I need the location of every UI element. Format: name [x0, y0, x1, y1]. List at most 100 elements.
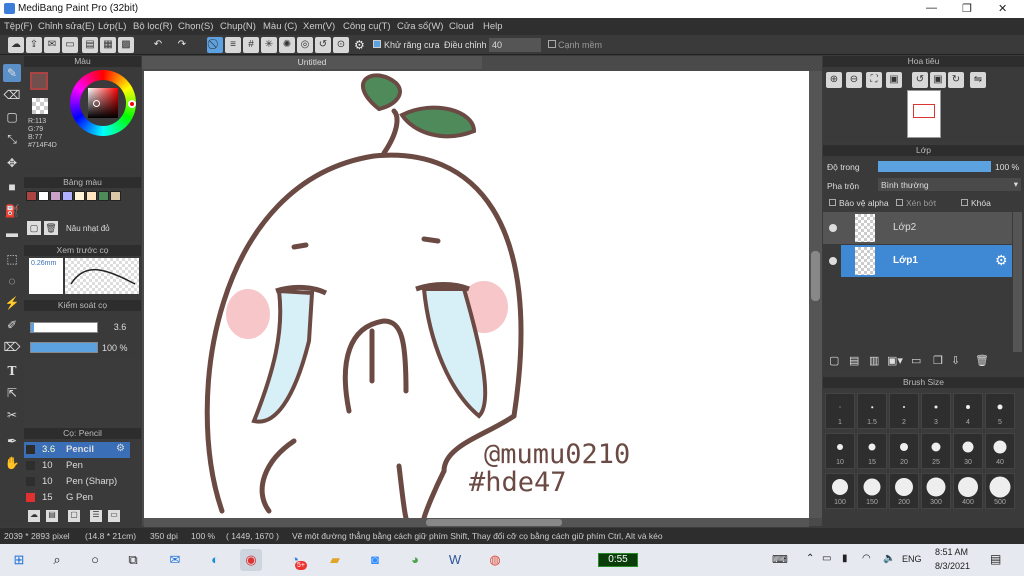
- new-layer-icon[interactable]: ▢: [829, 354, 839, 367]
- brush-size-cell[interactable]: 1: [825, 393, 855, 429]
- palette-swatch[interactable]: [50, 191, 61, 201]
- grid-icon[interactable]: ▩: [118, 37, 134, 53]
- fit-icon[interactable]: ⛶: [866, 72, 882, 88]
- new-swatch-icon[interactable]: ▢: [27, 221, 41, 235]
- cortana-icon[interactable]: ○: [84, 549, 106, 571]
- bucket-tool-icon[interactable]: ⛽: [3, 202, 21, 220]
- medibang-taskbar-icon[interactable]: ◉: [240, 549, 262, 571]
- palette-swatch[interactable]: [110, 191, 121, 201]
- horizontal-scrollbar[interactable]: [144, 518, 809, 527]
- menu-select[interactable]: Chọn(S): [178, 21, 213, 32]
- brush-size-cell[interactable]: 150: [857, 473, 887, 509]
- curve-snap-icon[interactable]: ↺: [315, 37, 331, 53]
- chevron-up-icon[interactable]: ⌃: [806, 553, 814, 564]
- antialias-checkbox[interactable]: [373, 40, 381, 48]
- layer-row-1[interactable]: Lớp1 ⚙: [823, 245, 1012, 277]
- menu-file[interactable]: Tệp(F): [4, 21, 33, 32]
- brush-size-cell[interactable]: 30: [953, 433, 983, 469]
- mail-icon[interactable]: ✉: [164, 549, 186, 571]
- notification-center-icon[interactable]: ▤: [990, 552, 1001, 566]
- zoom-icon[interactable]: ◙: [364, 549, 386, 571]
- brush-size-cell[interactable]: 100: [825, 473, 855, 509]
- close-icon[interactable]: ✕: [998, 2, 1007, 15]
- select-pen-tool-icon[interactable]: ✐: [3, 316, 21, 334]
- primary-color-swatch[interactable]: [30, 72, 48, 90]
- adjust-input[interactable]: 40: [489, 38, 541, 52]
- wifi-icon[interactable]: ◠: [862, 553, 871, 564]
- brush-item-pen[interactable]: 10 Pen: [24, 458, 124, 474]
- zoom-out-icon[interactable]: ⊖: [846, 72, 862, 88]
- menu-tools[interactable]: Công cụ(T): [343, 21, 391, 32]
- new-halftone-icon[interactable]: ▥: [869, 354, 879, 367]
- soft-edge-checkbox[interactable]: [548, 40, 556, 48]
- secondary-color-swatch[interactable]: [32, 98, 48, 114]
- search-icon[interactable]: ⌕: [46, 549, 68, 571]
- brush-size-cell[interactable]: 4: [953, 393, 983, 429]
- layer-opacity-slider[interactable]: [878, 161, 991, 172]
- brush-size-cell[interactable]: 400: [953, 473, 983, 509]
- zoom-in-icon[interactable]: ⊕: [826, 72, 842, 88]
- brush-size-cell[interactable]: 300: [921, 473, 951, 509]
- comment-icon[interactable]: ✉: [44, 37, 60, 53]
- task-view-icon[interactable]: ⧉: [122, 549, 144, 571]
- flip-icon[interactable]: ⇋: [970, 72, 986, 88]
- battery-icon[interactable]: ▮: [842, 553, 848, 564]
- text-tool-icon[interactable]: T: [3, 362, 21, 380]
- menu-color[interactable]: Màu (C): [263, 21, 297, 32]
- palette-swatch[interactable]: [38, 191, 49, 201]
- protect-alpha-checkbox[interactable]: [829, 199, 836, 206]
- brush-size-cell[interactable]: 15: [857, 433, 887, 469]
- brush-size-cell[interactable]: 2: [889, 393, 919, 429]
- menu-layer[interactable]: Lớp(L): [98, 21, 126, 32]
- lock-checkbox[interactable]: [961, 199, 968, 206]
- brush-size-cell[interactable]: 1.5: [857, 393, 887, 429]
- add-layer-dropdown-icon[interactable]: ▣▾: [887, 354, 903, 367]
- brush-size-value[interactable]: 3.6: [104, 321, 136, 334]
- menu-help[interactable]: Help: [483, 21, 503, 32]
- redo-icon[interactable]: ↷: [174, 37, 190, 53]
- palette-swatch[interactable]: [26, 191, 37, 201]
- new-brush-icon[interactable]: ▢: [68, 510, 80, 522]
- radial-line-icon[interactable]: ✺: [279, 37, 295, 53]
- layer-row-2[interactable]: Lớp2: [823, 212, 1012, 244]
- brush-size-cell[interactable]: 20: [889, 433, 919, 469]
- edge-browser-icon[interactable]: ◐: [204, 549, 226, 571]
- brush-size-slider[interactable]: [30, 322, 98, 333]
- palette-swatch[interactable]: [98, 191, 109, 201]
- messenger-icon[interactable]: ◔ 5+: [284, 549, 307, 571]
- new-raster-icon[interactable]: ▤: [849, 354, 859, 367]
- menu-view[interactable]: Xem(V): [303, 21, 335, 32]
- add-brush-icon[interactable]: ▤: [46, 510, 58, 522]
- navigator-thumbnail[interactable]: [907, 90, 941, 138]
- file-explorer-icon[interactable]: ▰: [324, 549, 346, 571]
- brush-size-cell[interactable]: 200: [889, 473, 919, 509]
- move-tool-icon[interactable]: ✥: [3, 154, 21, 172]
- duplicate-layer-icon[interactable]: ❐: [933, 354, 943, 367]
- layout-icon[interactable]: ▦: [100, 37, 116, 53]
- brush-size-cell[interactable]: 40: [985, 433, 1015, 469]
- minimize-icon[interactable]: —: [926, 2, 937, 14]
- brush-size-cell[interactable]: 10: [825, 433, 855, 469]
- brush-size-cell[interactable]: 5: [985, 393, 1015, 429]
- drawing-canvas[interactable]: @mumu0210 #hde47: [144, 71, 809, 518]
- gradient-tool-icon[interactable]: ▬: [3, 224, 21, 242]
- select-eraser-tool-icon[interactable]: ⌦: [3, 338, 21, 356]
- cloud-brush-icon[interactable]: ☁: [28, 510, 40, 522]
- folder-icon[interactable]: ▭: [911, 354, 921, 367]
- hue-picker-cursor[interactable]: [128, 100, 136, 108]
- brush-settings-icon[interactable]: ⚙: [116, 443, 125, 454]
- brush-size-cell[interactable]: 25: [921, 433, 951, 469]
- reset-rotate-icon[interactable]: ▣: [930, 72, 946, 88]
- gear-icon[interactable]: ⚙: [354, 38, 370, 52]
- delete-layer-icon[interactable]: 🗑: [975, 354, 989, 367]
- clock-time[interactable]: 8:51 AM: [935, 547, 968, 557]
- radial-snap-icon[interactable]: ✳: [261, 37, 277, 53]
- chrome-icon[interactable]: ◍: [484, 549, 506, 571]
- menu-capture[interactable]: Chụp(N): [220, 21, 256, 32]
- layer-settings-icon[interactable]: ⚙: [995, 252, 1008, 269]
- keyboard-icon[interactable]: ⌨: [772, 553, 788, 566]
- delete-swatch-icon[interactable]: 🗑: [44, 221, 58, 235]
- hand-tool-icon[interactable]: ✋: [3, 454, 21, 472]
- cloud-icon[interactable]: ☁: [8, 37, 24, 53]
- eraser-tool-icon[interactable]: ⌫: [3, 86, 21, 104]
